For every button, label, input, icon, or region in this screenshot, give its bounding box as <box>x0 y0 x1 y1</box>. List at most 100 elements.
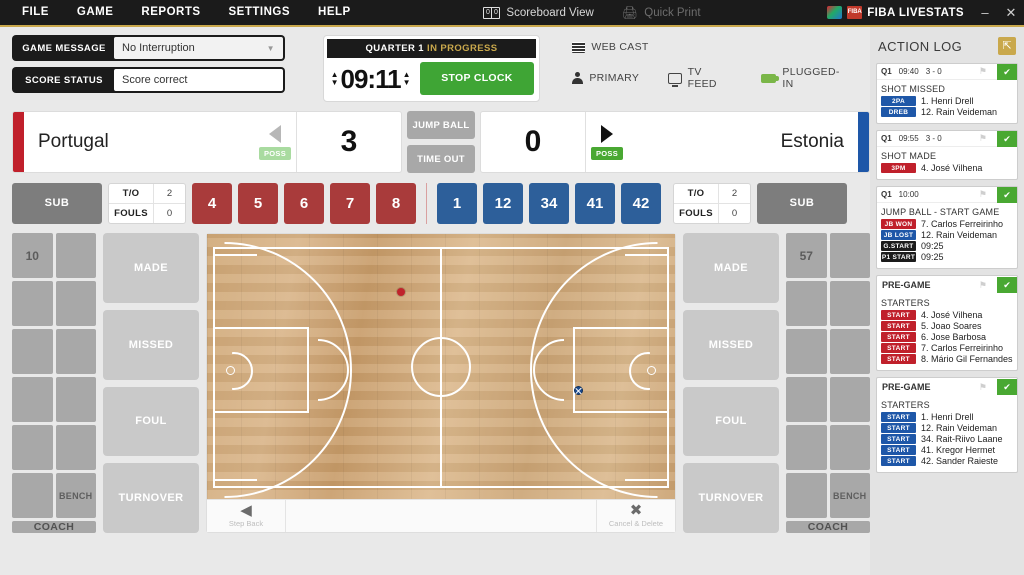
bench-slot[interactable] <box>55 377 96 422</box>
bench-slot[interactable] <box>55 425 96 470</box>
confirm-check-icon[interactable]: ✔ <box>997 277 1017 293</box>
home-sub-button[interactable]: SUB <box>12 182 102 224</box>
action-tag-badge: START <box>881 445 916 455</box>
bench-slot[interactable] <box>55 281 96 326</box>
clock-separator: : <box>367 63 376 94</box>
action-log-line: START 12. Rain Veideman <box>881 423 1013 433</box>
bench-slot[interactable] <box>12 377 53 422</box>
game-message-select[interactable]: No Interruption ▼ <box>114 37 283 59</box>
action-log-entry[interactable]: Q1 09:55 3 - 0 ⚑ ✔ SHOT MADE 3PM 4. José Vilhen… <box>876 130 1018 180</box>
bench-slot[interactable] <box>829 425 870 470</box>
away-fouls-value: 0 <box>718 203 750 223</box>
action-log-entry[interactable]: PRE-GAME ⚑ ✔ STARTERS START 4. José Vilhena ST… <box>876 275 1018 371</box>
action-log-entry[interactable]: Q1 09:40 3 - 0 ⚑ ✔ SHOT MISSED 2PA 1. Henri Dre… <box>876 63 1018 124</box>
bench-slot[interactable] <box>786 329 827 374</box>
bench-slot[interactable] <box>829 329 870 374</box>
step-back-button[interactable]: ◀ Step Back <box>207 503 285 528</box>
quick-print-button[interactable]: 🖨 Quick Print <box>608 5 715 21</box>
home-team-name[interactable]: Portugal <box>24 112 254 172</box>
menu-help[interactable]: HELP <box>304 0 365 25</box>
away-player-button[interactable]: 42 <box>621 182 661 224</box>
bench-slot[interactable]: 57 <box>786 233 827 278</box>
home-to-fouls: T/O 2 FOULS 0 <box>108 182 186 224</box>
cancel-delete-button[interactable]: ✖ Cancel & Delete <box>597 503 675 528</box>
home-player-button[interactable]: 5 <box>238 182 278 224</box>
away-missed-button[interactable]: MISSED <box>683 309 779 380</box>
jump-ball-button[interactable]: JUMP BALL <box>407 111 475 139</box>
away-turnover-button[interactable]: TURNOVER <box>683 463 779 533</box>
bench-slot[interactable] <box>12 281 53 326</box>
close-button[interactable]: ✕ <box>998 0 1024 25</box>
action-log-list[interactable]: Q1 09:40 3 - 0 ⚑ ✔ SHOT MISSED 2PA 1. Henri Dre… <box>876 63 1018 531</box>
minutes-stepper[interactable]: ▲ ▼ <box>329 71 341 87</box>
time-out-button[interactable]: TIME OUT <box>407 145 475 173</box>
shot-made-marker[interactable] <box>396 288 405 297</box>
home-player-button[interactable]: 6 <box>284 182 324 224</box>
menu-settings[interactable]: SETTINGS <box>215 0 305 25</box>
court-boundary-right <box>667 247 669 488</box>
web-cast-status[interactable]: WEB CAST <box>572 41 648 53</box>
bench-slot-empty[interactable] <box>786 473 827 518</box>
action-log-line: START 5. Joao Soares <box>881 321 1013 331</box>
home-coach-button[interactable]: COACH <box>12 521 96 533</box>
away-made-button[interactable]: MADE <box>683 233 779 303</box>
expand-icon[interactable]: ⇱ <box>998 37 1016 55</box>
court-toolbar-spacer <box>285 500 597 532</box>
scoreboard-icon: 00 <box>483 6 501 19</box>
home-player-button[interactable]: 7 <box>330 182 370 224</box>
action-log-entry-header: PRE-GAME ⚑ ✔ <box>877 276 1017 294</box>
home-possession-indicator[interactable]: POSS <box>254 112 296 172</box>
home-poss-badge: POSS <box>258 146 292 160</box>
primary-status[interactable]: PRIMARY <box>572 72 639 84</box>
bench-slot[interactable] <box>786 281 827 326</box>
away-sub-button[interactable]: SUB <box>757 182 847 224</box>
scoreboard-view-button[interactable]: 00 Scoreboard View <box>469 6 607 19</box>
action-log-entry[interactable]: Q1 10:00 ⚑ ✔ JUMP BALL - START GAME JB WON 7. … <box>876 186 1018 269</box>
away-player-button[interactable]: 1 <box>437 182 477 224</box>
confirm-check-icon[interactable]: ✔ <box>997 63 1017 80</box>
bench-slot[interactable] <box>829 233 870 278</box>
away-possession-indicator[interactable]: POSS <box>586 112 628 172</box>
bench-slot[interactable] <box>12 425 53 470</box>
confirm-check-icon[interactable]: ✔ <box>997 379 1017 395</box>
bench-slot[interactable] <box>829 281 870 326</box>
minimize-button[interactable]: – <box>972 0 998 25</box>
action-log-entry[interactable]: PRE-GAME ⚑ ✔ STARTERS START 1. Henri Drell STA… <box>876 377 1018 473</box>
home-player-button[interactable]: 4 <box>192 182 232 224</box>
away-team-name[interactable]: Estonia <box>628 112 858 172</box>
away-player-button[interactable]: 41 <box>575 182 615 224</box>
bench-slot[interactable] <box>786 425 827 470</box>
confirm-check-icon[interactable]: ✔ <box>997 130 1017 147</box>
menu-reports[interactable]: REPORTS <box>127 0 214 25</box>
power-status[interactable]: PLUGGED-IN <box>761 66 848 90</box>
away-coach-button[interactable]: COACH <box>786 521 870 533</box>
tv-feed-status[interactable]: TV FEED <box>668 66 732 90</box>
basketball-court[interactable] <box>207 234 675 499</box>
home-missed-button[interactable]: MISSED <box>103 309 199 380</box>
away-foul-button[interactable]: FOUL <box>683 386 779 457</box>
bench-slot[interactable]: 10 <box>12 233 53 278</box>
person-icon <box>572 72 584 84</box>
bench-slot-empty[interactable] <box>12 473 53 518</box>
menu-game[interactable]: GAME <box>63 0 128 25</box>
home-made-button[interactable]: MADE <box>103 233 199 303</box>
bench-slot[interactable] <box>55 329 96 374</box>
menu-file[interactable]: FILE <box>8 0 63 25</box>
seconds-stepper[interactable]: ▲ ▼ <box>401 71 413 87</box>
world-globe-icon <box>827 6 843 19</box>
away-player-button[interactable]: 34 <box>529 182 569 224</box>
bench-slot[interactable] <box>55 233 96 278</box>
home-player-button[interactable]: 8 <box>376 182 416 224</box>
home-foul-button[interactable]: FOUL <box>103 386 199 457</box>
entry-score: 3 - 0 <box>925 67 942 76</box>
stepper-down-icon-2: ▼ <box>402 78 411 87</box>
score-status-field[interactable]: Score correct <box>114 69 283 91</box>
home-turnover-button[interactable]: TURNOVER <box>103 463 199 533</box>
bench-slot[interactable] <box>829 377 870 422</box>
confirm-check-icon[interactable]: ✔ <box>997 186 1017 203</box>
away-player-button[interactable]: 12 <box>483 182 523 224</box>
bench-slot[interactable] <box>12 329 53 374</box>
bench-slot[interactable] <box>786 377 827 422</box>
game-action-buttons: JUMP BALL TIME OUT <box>407 111 475 173</box>
stop-clock-button[interactable]: STOP CLOCK <box>419 62 535 95</box>
